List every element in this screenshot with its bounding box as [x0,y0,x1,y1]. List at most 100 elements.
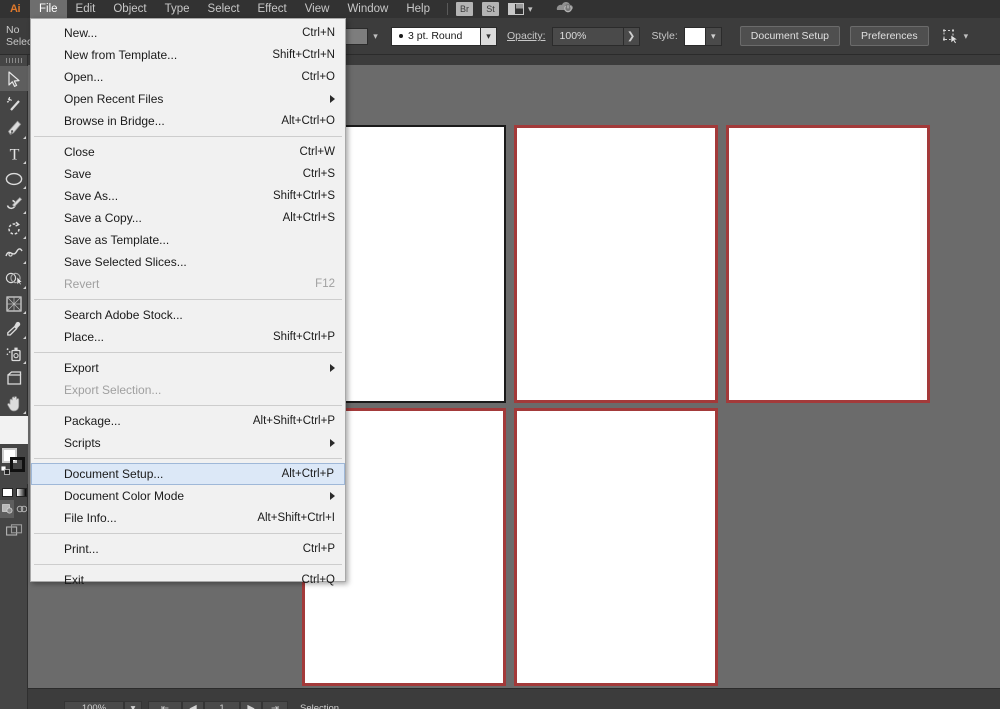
menu-view[interactable]: View [296,0,339,18]
menu-window[interactable]: Window [338,0,397,18]
symbol-sprayer-tool[interactable] [0,341,28,366]
perspective-grid-tool[interactable] [0,291,28,316]
menu-item-label: Save as Template... [64,233,335,247]
menu-select[interactable]: Select [199,0,249,18]
color-fill-button[interactable] [0,484,14,500]
selection-tool[interactable] [0,66,28,91]
bridge-icon[interactable]: Br [456,2,473,16]
menu-separator [34,136,342,137]
artboard-nav-next[interactable]: ▶ [240,701,262,709]
opacity-label[interactable]: Opacity: [507,30,546,42]
artboard-nav-last[interactable]: ⇥ [262,701,288,709]
menu-item-document-color-mode[interactable]: Document Color Mode [31,485,345,507]
brush-definition-field[interactable]: 3 pt. Round [391,27,481,46]
preferences-button[interactable]: Preferences [850,26,929,46]
eyedropper-tool[interactable] [0,316,28,341]
menu-item-export[interactable]: Export [31,357,345,379]
menu-item-browse-in-bridge[interactable]: Browse in Bridge...Alt+Ctrl+O [31,110,345,132]
menu-item-shortcut: Ctrl+N [302,27,335,39]
tools-panel-grip[interactable] [0,55,27,66]
menu-item-label: Open... [64,70,277,84]
hand-tool[interactable] [0,391,28,416]
menu-effect[interactable]: Effect [249,0,296,18]
fill-stroke-control[interactable] [0,444,28,484]
brush-definition-control[interactable]: 3 pt. Round ▾ [391,27,497,46]
artboard-tool[interactable] [0,366,28,391]
menu-item-shortcut: Ctrl+P [303,543,335,555]
menu-item-place[interactable]: Place...Shift+Ctrl+P [31,326,345,348]
width-tool[interactable] [0,241,28,266]
menu-item-save-a-copy[interactable]: Save a Copy...Alt+Ctrl+S [31,207,345,229]
tool-flyout-indicator [23,411,26,414]
menu-help[interactable]: Help [397,0,439,18]
submenu-arrow-icon [330,95,335,103]
draw-normal-button[interactable] [0,500,14,518]
menu-item-close[interactable]: CloseCtrl+W [31,141,345,163]
menu-item-new[interactable]: New...Ctrl+N [31,22,345,44]
stroke-color-swatch-toolbar[interactable] [10,457,25,472]
menu-item-file-info[interactable]: File Info...Alt+Shift+Ctrl+I [31,507,345,529]
menu-item-save-selected-slices[interactable]: Save Selected Slices... [31,251,345,273]
menu-separator [34,533,342,534]
menu-item-open-recent-files[interactable]: Open Recent Files [31,88,345,110]
magic-wand-tool[interactable] [0,91,28,116]
menu-item-save-as-template[interactable]: Save as Template... [31,229,345,251]
menu-type[interactable]: Type [156,0,199,18]
menu-item-label: Document Color Mode [64,489,330,503]
artboard-nav-first[interactable]: ⇤ [148,701,182,709]
default-fill-stroke-icon[interactable] [1,466,10,475]
artboard-index-field[interactable]: 1 [204,701,240,709]
creative-cloud-icon[interactable] [555,0,575,20]
stroke-swatch-dropdown[interactable]: ▾ [368,28,383,45]
ellipse-icon [5,172,23,186]
ellipse-tool[interactable] [0,166,28,191]
menu-item-exit[interactable]: ExitCtrl+Q [31,569,345,591]
menu-item-open[interactable]: Open...Ctrl+O [31,66,345,88]
rotate-tool[interactable] [0,216,28,241]
artboard-5[interactable] [514,408,718,686]
menu-item-document-setup[interactable]: Document Setup...Alt+Ctrl+P [31,463,345,485]
menu-item-label: Package... [64,414,229,428]
pen-tool[interactable] [0,116,28,141]
menu-item-save[interactable]: SaveCtrl+S [31,163,345,185]
opacity-value-field[interactable]: 100% [552,27,624,46]
menu-object[interactable]: Object [104,0,155,18]
paintbrush-tool[interactable] [0,191,28,216]
graphic-style-dropdown[interactable]: ▾ [706,27,722,46]
width-tool-icon [5,246,23,261]
document-setup-button[interactable]: Document Setup [740,26,840,46]
stock-icon[interactable]: St [482,2,499,16]
file-menu-dropdown[interactable]: New...Ctrl+NNew from Template...Shift+Ct… [30,18,346,582]
menu-item-shortcut: Alt+Shift+Ctrl+P [253,415,335,427]
menu-item-search-adobe-stock[interactable]: Search Adobe Stock... [31,304,345,326]
align-to-control[interactable]: ▾ [943,29,969,44]
type-tool[interactable]: T [0,141,28,166]
shape-builder-tool[interactable] [0,266,28,291]
menu-item-package[interactable]: Package... Alt+Shift+Ctrl+P [31,410,345,432]
menu-edit[interactable]: Edit [67,0,105,18]
menu-item-scripts[interactable]: Scripts [31,432,345,454]
menu-separator [34,299,342,300]
opacity-options-button[interactable]: ❯ [624,27,640,46]
artboard-3[interactable] [726,125,930,403]
workspace-switcher-icon [508,3,524,15]
graphic-style-swatch[interactable] [684,27,706,46]
menu-file[interactable]: File [30,0,67,18]
menu-bar-items: FileEditObjectTypeSelectEffectViewWindow… [30,0,439,18]
artboard-nav-prev[interactable]: ◀ [182,701,204,709]
menu-item-print[interactable]: Print...Ctrl+P [31,538,345,560]
paintbrush-icon [6,196,23,212]
brush-definition-dropdown[interactable]: ▾ [481,27,497,46]
workspace-switcher[interactable]: ▾ [508,3,533,15]
screen-mode-button[interactable] [0,518,28,543]
draw-behind-button[interactable] [14,500,28,518]
gradient-fill-button[interactable] [14,484,28,500]
zoom-level-dropdown[interactable]: ▾ [124,701,142,709]
type-tool-icon: T [7,146,22,162]
menu-item-new-from-template[interactable]: New from Template...Shift+Ctrl+N [31,44,345,66]
selection-arrow-icon [8,71,21,87]
menu-item-save-as[interactable]: Save As...Shift+Ctrl+S [31,185,345,207]
zoom-level-field[interactable]: 100% [64,701,124,709]
status-bar: 100% ▾ ⇤ ◀ 1 ▶ ⇥ Selection [28,688,1000,709]
artboard-2[interactable] [514,125,718,403]
